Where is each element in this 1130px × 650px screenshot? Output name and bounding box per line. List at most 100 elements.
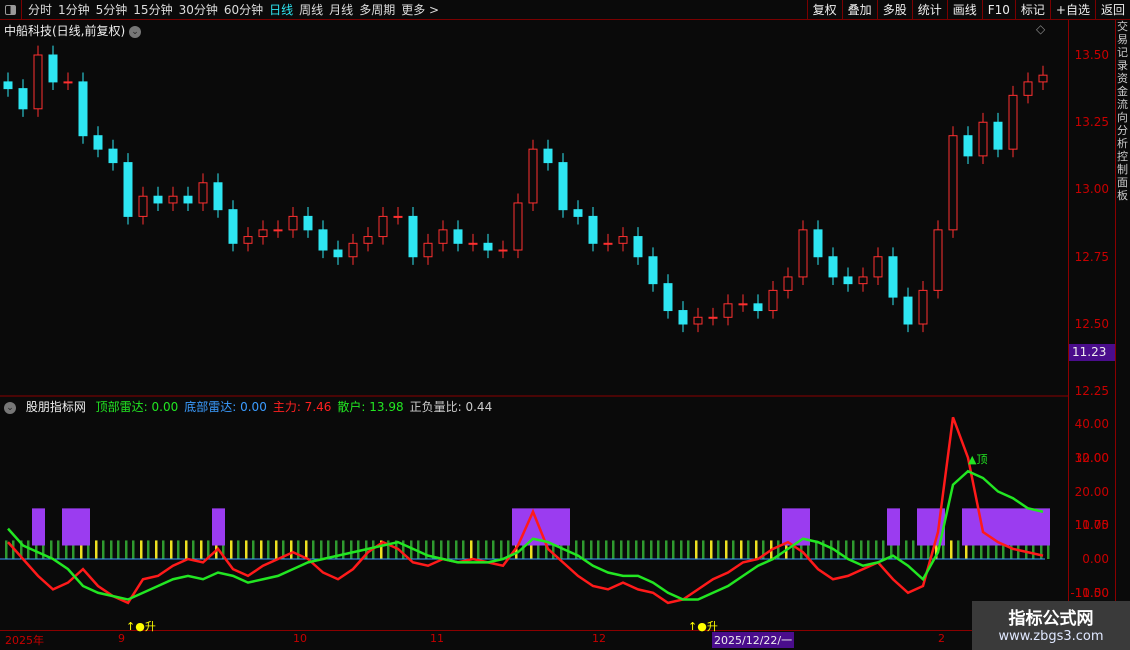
candle-up xyxy=(948,135,958,231)
candle-down xyxy=(18,88,28,110)
candle-down xyxy=(213,182,223,211)
volume-ratio-bar xyxy=(627,540,630,559)
candle-down xyxy=(453,229,463,244)
candle-down xyxy=(588,215,598,244)
time-label: 10 xyxy=(293,632,307,645)
price-tick: 13.25 xyxy=(1074,115,1109,130)
volume-ratio-bar xyxy=(642,540,645,559)
candle-up xyxy=(33,54,43,110)
volume-ratio-bar xyxy=(740,540,743,559)
candle-up xyxy=(438,229,448,244)
chart-canvas[interactable] xyxy=(0,0,1068,630)
volume-ratio-bar xyxy=(957,540,960,559)
volume-ratio-bar xyxy=(170,540,173,559)
watermark-url: www.zbgs3.com xyxy=(998,629,1104,644)
candle-up xyxy=(273,229,283,232)
candle-down xyxy=(678,310,688,325)
candle-up xyxy=(978,121,988,157)
volume-ratio-bar xyxy=(290,540,293,559)
candle-up xyxy=(63,81,73,84)
toolbar-button[interactable]: 返回 xyxy=(1094,0,1130,20)
volume-ratio-bar xyxy=(125,540,128,559)
indicator-value: 散户: 13.98 xyxy=(337,400,404,414)
volume-ratio-bar xyxy=(50,540,53,559)
radar-block xyxy=(32,508,45,546)
candle-up xyxy=(1023,81,1033,96)
indicator-tick: 10.00 xyxy=(1074,518,1109,533)
candle-down xyxy=(813,229,823,258)
volume-ratio-bar xyxy=(320,540,323,559)
candle-up xyxy=(243,236,253,244)
candle-down xyxy=(753,303,763,312)
candle-down xyxy=(663,283,673,312)
volume-ratio-bar xyxy=(605,540,608,559)
candle-up xyxy=(378,215,388,238)
side-panel-text[interactable]: 交易记录资金流向分析控制面板 xyxy=(1117,20,1130,630)
watermark-title: 指标公式网 xyxy=(1008,609,1094,629)
indicator-name[interactable]: 股朋指标网 xyxy=(26,400,86,414)
volume-ratio-bar xyxy=(485,540,488,559)
time-label: 2 xyxy=(938,632,945,645)
candle-up xyxy=(873,256,883,278)
candle-up xyxy=(738,303,748,306)
volume-ratio-bar xyxy=(620,540,623,559)
volume-ratio-bar xyxy=(492,540,495,559)
volume-ratio-bar xyxy=(342,540,345,559)
volume-ratio-bar xyxy=(950,540,953,559)
volume-ratio-bar xyxy=(582,540,585,559)
volume-ratio-bar xyxy=(230,540,233,559)
candle-up xyxy=(933,229,943,291)
candle-up xyxy=(198,182,208,204)
volume-ratio-bar xyxy=(260,540,263,559)
volume-ratio-bar xyxy=(132,540,135,559)
candle-down xyxy=(543,148,553,164)
volume-ratio-bar xyxy=(305,540,308,559)
candle-up xyxy=(768,289,778,312)
volume-ratio-bar xyxy=(717,540,720,559)
watermark: 指标公式网 www.zbgs3.com xyxy=(972,601,1130,650)
volume-ratio-bar xyxy=(725,540,728,559)
volume-ratio-bar xyxy=(140,540,143,559)
volume-ratio-bar xyxy=(695,540,698,559)
candle-up xyxy=(708,316,718,319)
indicator-tick: 40.00 xyxy=(1074,417,1109,431)
volume-ratio-bar xyxy=(867,540,870,559)
candle-up xyxy=(723,303,733,318)
candle-down xyxy=(78,81,88,137)
price-tick: 12.50 xyxy=(1074,316,1109,331)
candle-up xyxy=(528,148,538,204)
candle-down xyxy=(408,215,418,258)
volume-ratio-bar xyxy=(447,540,450,559)
rise-signal: ↑●升 xyxy=(126,620,156,633)
indicator-tick: 0.00 xyxy=(1082,552,1109,566)
volume-ratio-bar xyxy=(267,540,270,559)
candle-down xyxy=(888,256,898,298)
volume-ratio-bar xyxy=(185,540,188,559)
candle-down xyxy=(153,195,163,204)
candle-up xyxy=(858,276,868,285)
volume-ratio-bar xyxy=(162,540,165,559)
candle-up xyxy=(288,215,298,231)
volume-ratio-bar xyxy=(665,540,668,559)
radar-block xyxy=(887,508,900,546)
candle-up xyxy=(348,242,358,258)
volume-ratio-bar xyxy=(710,540,713,559)
volume-ratio-bar xyxy=(650,540,653,559)
time-axis: 2025年 9 10 11 12 2025/12/22/一 2 xyxy=(0,630,1068,648)
price-tick: 13.50 xyxy=(1074,48,1109,62)
volume-ratio-bar xyxy=(147,540,150,559)
volume-ratio-bar xyxy=(912,540,915,559)
chevron-down-icon[interactable]: ⌄ xyxy=(4,401,16,414)
top-signal: ▲顶 xyxy=(968,453,988,466)
volume-ratio-bar xyxy=(747,540,750,559)
candle-down xyxy=(483,242,493,251)
indicator-legend: ⌄ 股朋指标网 顶部雷达: 0.00 底部雷达: 0.00 主力: 7.46 散户: … xyxy=(4,398,504,415)
volume-ratio-bar xyxy=(905,540,908,559)
volume-ratio-bar xyxy=(672,540,675,559)
volume-ratio-bar xyxy=(192,540,195,559)
volume-ratio-bar xyxy=(155,540,158,559)
price-axis: 13.50 13.25 13.00 12.75 12.50 12.25 12.00 11.75… xyxy=(1068,20,1116,630)
candle-down xyxy=(183,195,193,204)
candle-down xyxy=(828,256,838,278)
candle-up xyxy=(918,289,928,325)
